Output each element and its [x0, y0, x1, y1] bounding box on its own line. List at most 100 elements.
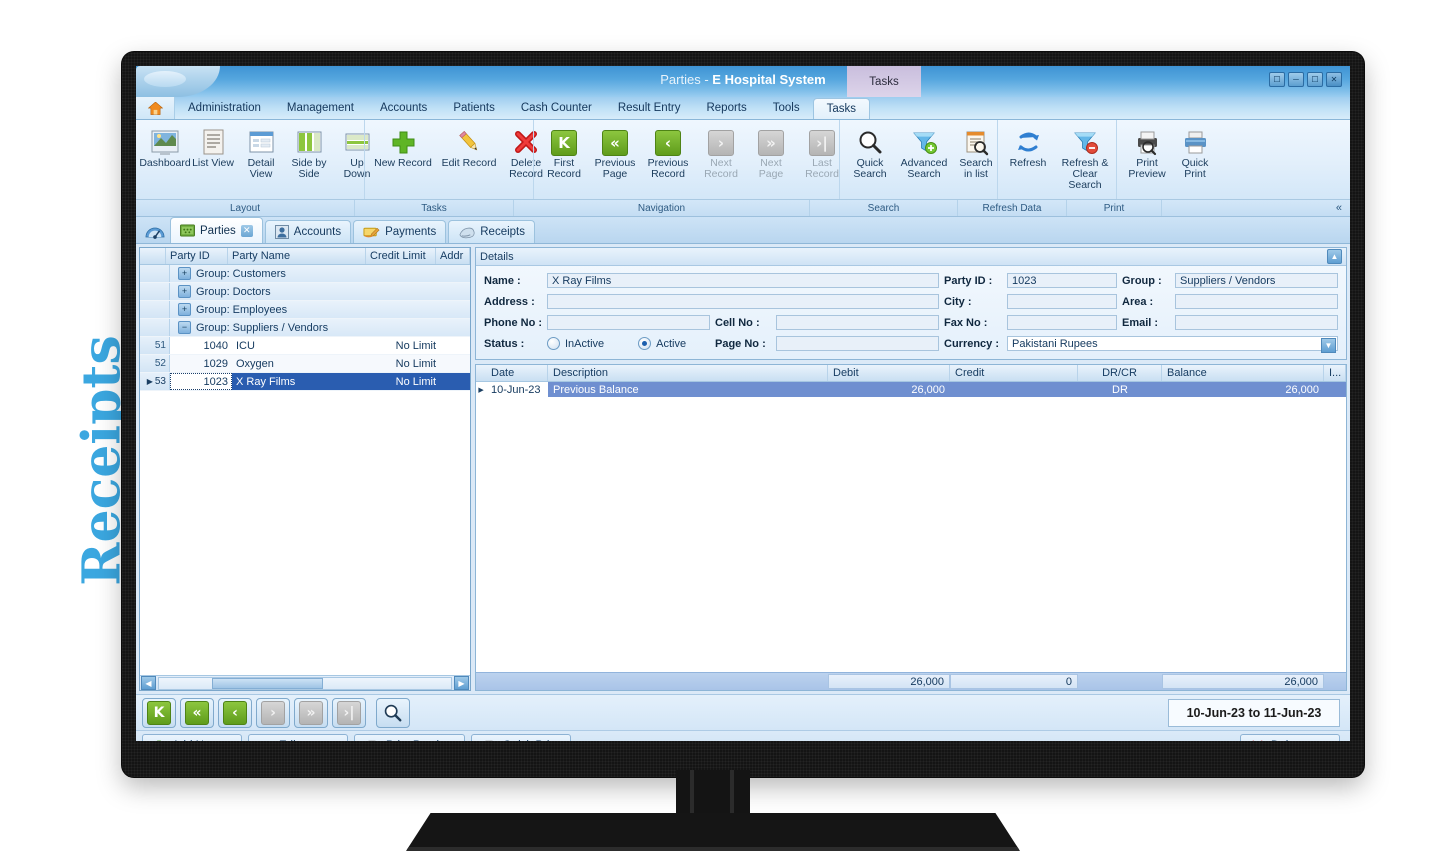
- nav-search-button[interactable]: [376, 697, 410, 728]
- expand-icon[interactable]: +: [178, 285, 191, 298]
- ribbon-tab-result-entry[interactable]: Result Entry: [605, 97, 694, 119]
- city-field[interactable]: [1007, 294, 1117, 309]
- phone-field[interactable]: [547, 315, 710, 330]
- column-header-drcr[interactable]: DR/CR: [1078, 365, 1162, 381]
- column-header-credit-limit[interactable]: Credit Limit: [366, 248, 436, 264]
- ribbon-tab-patients[interactable]: Patients: [440, 97, 508, 119]
- radio-active[interactable]: Active: [638, 337, 686, 350]
- ribbon-button-first-record[interactable]: K First Record: [539, 124, 589, 182]
- ribbon-button-previous-page[interactable]: « Previous Page: [589, 124, 641, 182]
- receipts-icon: [459, 227, 475, 239]
- table-row-selected[interactable]: ▶ 10-Jun-23 Previous Balance 26,000 DR 2…: [476, 382, 1346, 397]
- group-row-suppliers-vendors[interactable]: − Group: Suppliers / Vendors: [140, 319, 470, 337]
- column-header-debit[interactable]: Debit: [828, 365, 950, 381]
- collapse-icon[interactable]: −: [178, 321, 191, 334]
- table-row[interactable]: 51 1040 ICU No Limit: [140, 337, 470, 355]
- group-field[interactable]: Suppliers / Vendors: [1175, 273, 1338, 288]
- ribbon-label: Side by Side: [291, 157, 327, 180]
- ribbon-button-previous-record[interactable]: ‹ Previous Record: [641, 124, 695, 182]
- group-row-employees[interactable]: + Group: Employees: [140, 301, 470, 319]
- ribbon-tab-cash-counter[interactable]: Cash Counter: [508, 97, 605, 119]
- column-header-balance[interactable]: Balance: [1162, 365, 1324, 381]
- ribbon-button-new-record[interactable]: New Record: [370, 124, 436, 171]
- search-in-list-icon: [963, 126, 990, 156]
- radio-inactive[interactable]: InActive: [547, 337, 604, 350]
- ribbon-button-print-preview[interactable]: Print Preview: [1122, 124, 1172, 182]
- nav-previous-page-button[interactable]: «: [180, 697, 214, 728]
- collapse-icon[interactable]: ▲: [1327, 249, 1342, 264]
- ribbon-button-search-in-list[interactable]: Search in list: [953, 124, 999, 182]
- quick-print-button[interactable]: Quick Print: [470, 734, 571, 741]
- ribbon-button-dashboard[interactable]: Dashboard: [139, 124, 191, 171]
- maximize-icon[interactable]: ☐: [1307, 72, 1323, 87]
- email-field[interactable]: [1175, 315, 1338, 330]
- document-tab-receipts[interactable]: Receipts: [448, 220, 535, 243]
- ribbon-tab-management[interactable]: Management: [274, 97, 367, 119]
- nav-first-record-button[interactable]: K: [142, 697, 176, 728]
- ribbon-tab-tasks[interactable]: Tasks: [812, 98, 871, 119]
- ribbon-button-side-by-side[interactable]: Side by Side: [285, 124, 333, 182]
- ribbon-tab-tools[interactable]: Tools: [760, 97, 813, 119]
- ribbon-button-detail-view[interactable]: Detail View: [237, 124, 285, 182]
- radio-circle-icon: [547, 337, 560, 350]
- collapse-ribbon-icon[interactable]: «: [1336, 200, 1342, 216]
- ribbon-tab-accounts[interactable]: Accounts: [367, 97, 440, 119]
- ribbon-tab-reports[interactable]: Reports: [693, 97, 759, 119]
- delete-button[interactable]: Delete: [1240, 734, 1340, 741]
- home-tab[interactable]: [136, 97, 175, 119]
- column-header-date[interactable]: Date: [486, 365, 548, 381]
- ribbon-button-refresh-clear-search[interactable]: Refresh & Clear Search: [1053, 124, 1117, 193]
- ribbon-button-edit-record[interactable]: Edit Record: [436, 124, 502, 171]
- restore-down-icon[interactable]: ☐: [1269, 72, 1285, 87]
- table-row[interactable]: 52 1029 Oxygen No Limit: [140, 355, 470, 373]
- column-header-credit[interactable]: Credit: [950, 365, 1078, 381]
- column-header-description[interactable]: Description: [548, 365, 828, 381]
- close-icon[interactable]: ✕: [1326, 72, 1342, 87]
- cell-field[interactable]: [776, 315, 939, 330]
- expand-icon[interactable]: +: [178, 303, 191, 316]
- scroll-right-icon[interactable]: ▶: [454, 676, 469, 690]
- fax-field[interactable]: [1007, 315, 1117, 330]
- page-no-field[interactable]: [776, 336, 939, 351]
- ribbon-button-list-view[interactable]: List View: [189, 124, 237, 171]
- ribbon-button-quick-print[interactable]: Quick Print: [1172, 124, 1218, 182]
- party-id-field[interactable]: 1023: [1007, 273, 1117, 288]
- work-area: Party ID Party Name Credit Limit Addr + …: [136, 244, 1350, 694]
- print-preview-button[interactable]: Print Preview: [354, 734, 465, 741]
- ribbon-button-refresh[interactable]: Refresh: [1003, 124, 1053, 171]
- currency-combo[interactable]: Pakistani Rupees ▼: [1007, 336, 1338, 353]
- ribbon-button-quick-search[interactable]: Quick Search: [845, 124, 895, 182]
- ribbon-tab-administration[interactable]: Administration: [175, 97, 274, 119]
- address-field[interactable]: [547, 294, 939, 309]
- edit-button[interactable]: Edit: [248, 734, 348, 741]
- close-tab-icon[interactable]: ✕: [240, 224, 253, 237]
- ribbon-button-next-record: › Next Record: [695, 124, 747, 182]
- hscroll-thumb[interactable]: [211, 677, 323, 689]
- column-header-party-name[interactable]: Party Name: [228, 248, 366, 264]
- column-header-address[interactable]: Addr: [436, 248, 470, 264]
- table-row-selected[interactable]: ▶ 53 1023 X Ray Films No Limit: [140, 373, 470, 391]
- nav-previous-record-button[interactable]: ‹: [218, 697, 252, 728]
- scroll-left-icon[interactable]: ◀: [141, 676, 156, 690]
- group-row-customers[interactable]: + Group: Customers: [140, 265, 470, 283]
- dashboard-gauge-icon[interactable]: [140, 221, 170, 243]
- hscroll-track[interactable]: [158, 676, 452, 690]
- column-header-party-id[interactable]: Party ID: [166, 248, 228, 264]
- name-field[interactable]: X Ray Films: [547, 273, 939, 288]
- expand-icon[interactable]: +: [178, 267, 191, 280]
- area-field[interactable]: [1175, 294, 1338, 309]
- document-tab-parties[interactable]: Parties ✕: [170, 217, 263, 243]
- ribbon-label: Refresh: [1009, 157, 1047, 169]
- add-new-button[interactable]: Add New: [142, 734, 242, 741]
- minimize-icon[interactable]: ─: [1288, 72, 1304, 87]
- contextual-tab-tasks[interactable]: Tasks: [847, 66, 921, 97]
- group-strip-search: Search: [810, 200, 958, 216]
- group-row-doctors[interactable]: + Group: Doctors: [140, 283, 470, 301]
- party-grid-hscrollbar[interactable]: ◀ ▶: [140, 675, 470, 690]
- document-tab-payments[interactable]: Payments: [353, 220, 447, 243]
- column-header-extra[interactable]: I...: [1324, 365, 1346, 381]
- ribbon-button-advanced-search[interactable]: Advanced Search: [895, 124, 953, 182]
- date-range-display[interactable]: 10-Jun-23 to 11-Jun-23: [1168, 699, 1340, 727]
- chevron-down-icon[interactable]: ▼: [1321, 338, 1336, 353]
- document-tab-accounts[interactable]: Accounts: [264, 220, 352, 243]
